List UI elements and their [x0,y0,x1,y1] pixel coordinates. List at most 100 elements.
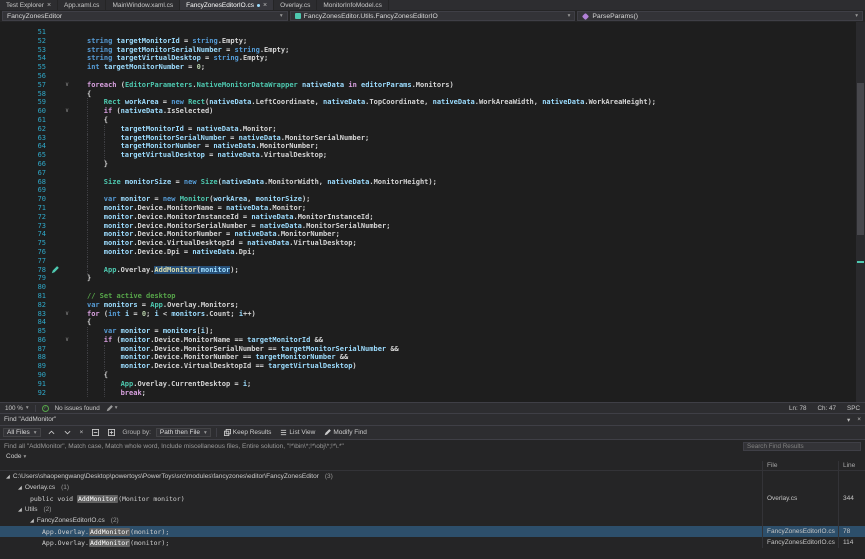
modify-find-button[interactable]: Modify Find [322,429,369,436]
fold-chevron-icon[interactable]: ∨ [61,310,73,319]
code-line[interactable]: 78App.Overlay.AddMonitor(monitor); [0,266,865,275]
code-line[interactable]: 86∨if (monitor.Device.MonitorName == tar… [0,336,865,345]
code-line[interactable]: 83∨for (int i = 0; i < monitors.Count; i… [0,310,865,319]
fold-chevron-icon[interactable]: ∨ [61,336,73,345]
code-line[interactable]: 64targetMonitorNumber = nativeData.Monit… [0,142,865,151]
code-line[interactable]: 77 [0,257,865,266]
code-line[interactable]: 72monitor.Device.MonitorInstanceId = nat… [0,213,865,222]
code-line[interactable]: 76monitor.Device.Dpi = nativeData.Dpi; [0,248,865,257]
window-position-icon[interactable]: ▾ [847,416,850,424]
code-line[interactable]: 79} [0,274,865,283]
line-column-header[interactable]: Line [838,461,865,470]
code-line[interactable]: 61{ [0,116,865,125]
code-line[interactable]: 82var monitors = App.Overlay.Monitors; [0,301,865,310]
code-token: nativeData [433,98,475,106]
collapse-all-button[interactable] [90,429,101,436]
find-result-row[interactable]: public void AddMonitor(Monitor monitor)O… [0,493,865,504]
tab-test-explorer[interactable]: Test Explorer× [0,0,58,10]
code-line[interactable]: 71monitor.Device.MonitorName = nativeDat… [0,204,865,213]
find-result-group-row[interactable]: ◢Overlay.cs(1) [0,482,865,493]
code-line[interactable]: 65targetVirtualDesktop = nativeData.Virt… [0,151,865,160]
file-column-header[interactable]: File [762,461,838,470]
health-check-icon[interactable]: ✓ [42,405,49,412]
code-line[interactable]: 67 [0,169,865,178]
code-token: monitorSize [256,195,302,203]
editor-vertical-scrollbar[interactable] [856,22,865,402]
code-line[interactable]: 51 [0,28,865,37]
code-line[interactable]: 69 [0,186,865,195]
code-line[interactable]: 59Rect workArea = new Rect(nativeData.Le… [0,98,865,107]
tab-fancyzoneseditorio-cs[interactable]: FancyZonesEditorIO.cs× [180,0,274,10]
code-line[interactable]: 66} [0,160,865,169]
clear-results-button[interactable]: × [78,429,86,436]
code-token: .MonitorWidth, [264,178,327,186]
code-line[interactable]: 58{ [0,90,865,99]
find-result-group-row[interactable]: ◢C:\Users\shaopengwang\Desktop\powertoys… [0,471,865,482]
expand-triangle-icon[interactable]: ◢ [18,507,22,513]
code-line[interactable]: 57∨foreach (EditorParameters.NativeMonit… [0,81,865,90]
expand-triangle-icon[interactable]: ◢ [18,485,22,491]
code-editor[interactable]: 5152string targetMonitorId = string.Empt… [0,22,865,402]
space-mode-indicator[interactable]: SPC [847,405,860,412]
member-dropdown[interactable]: ParseParams() ▾ [577,11,863,21]
list-view-button[interactable]: List View [278,429,317,436]
code-line[interactable]: 74monitor.Device.MonitorNumber = nativeD… [0,230,865,239]
tab-close-icon[interactable]: × [263,2,267,9]
expand-triangle-icon[interactable]: ◢ [6,474,10,480]
code-line[interactable]: 84{ [0,318,865,327]
project-dropdown[interactable]: FancyZonesEditor ▾ [2,11,288,21]
code-line[interactable]: 80 [0,283,865,292]
code-line[interactable]: 62targetMonitorId = nativeData.Monitor; [0,125,865,134]
code-text: monitor.Device.MonitorSerialNumber = nat… [73,222,390,231]
scrollbar-thumb[interactable] [857,83,864,235]
next-result-button[interactable] [62,429,73,436]
tab-overlay-cs[interactable]: Overlay.cs [274,0,317,10]
code-line[interactable]: 87monitor.Device.MonitorSerialNumber == … [0,345,865,354]
code-line[interactable]: 91App.Overlay.CurrentDesktop = i; [0,380,865,389]
code-line[interactable]: 88monitor.Device.MonitorNumber == target… [0,353,865,362]
close-icon[interactable]: × [857,416,861,423]
code-line[interactable]: 60∨if (nativeData.IsSelected) [0,107,865,116]
group-by-dropdown[interactable]: Path then File ▾ [156,428,211,437]
code-line[interactable]: 68Size monitorSize = new Size(nativeData… [0,178,865,187]
fold-chevron-icon[interactable]: ∨ [61,81,73,90]
code-line[interactable]: 75monitor.Device.VirtualDesktopId = nati… [0,239,865,248]
code-filter-dropdown[interactable]: Code ▾ [4,453,28,460]
code-line[interactable]: 92break; [0,389,865,398]
code-line[interactable]: 52string targetMonitorId = string.Empty; [0,37,865,46]
code-line[interactable]: 89monitor.Device.VirtualDesktopId == tar… [0,362,865,371]
code-line[interactable]: 90{ [0,371,865,380]
code-line[interactable]: 63targetMonitorSerialNumber = nativeData… [0,134,865,143]
code-line[interactable]: 81// Set active desktop [0,292,865,301]
result-column-header[interactable] [0,461,762,470]
tab-mainwindow-xaml-cs[interactable]: MainWindow.xaml.cs [106,0,180,10]
find-result-row[interactable]: App.Overlay.AddMonitor(monitor);FancyZon… [0,537,865,548]
find-result-group-row[interactable]: ◢FancyZonesEditorIO.cs(2) [0,515,865,526]
expand-all-button[interactable] [106,429,117,436]
code-line[interactable]: 85var monitor = monitors[i]; [0,327,865,336]
tab-app-xaml-cs[interactable]: App.xaml.cs [58,0,106,10]
find-result-group-row[interactable]: ◢Utils(2) [0,504,865,515]
code-cleanup-icon[interactable]: ▾ [106,405,118,412]
code-line[interactable]: 53string targetMonitorSerialNumber = str… [0,46,865,55]
code-token: Size [201,178,218,186]
code-line[interactable]: 73monitor.Device.MonitorSerialNumber = n… [0,222,865,231]
tab-monitorinfomodel-cs[interactable]: MonitorInfoModel.cs [317,0,389,10]
find-result-row[interactable]: App.Overlay.AddMonitor(monitor);FancyZon… [0,526,865,537]
scope-dropdown[interactable]: All Files ▾ [3,428,41,437]
column-indicator[interactable]: Ch: 47 [817,405,836,412]
expand-triangle-icon[interactable]: ◢ [30,518,34,524]
code-line[interactable]: 56 [0,72,865,81]
zoom-control[interactable]: 100 % ▾ [5,405,29,412]
search-find-results-input[interactable] [743,442,861,451]
code-line[interactable]: 70var monitor = new Monitor(workArea, mo… [0,195,865,204]
type-dropdown[interactable]: FancyZonesEditor.Utils.FancyZonesEditorI… [290,11,576,21]
code-line[interactable]: 55int targetMonitorNumber = 0; [0,63,865,72]
line-indicator[interactable]: Ln: 78 [789,405,807,412]
tab-close-icon[interactable]: × [47,2,51,9]
fold-chevron-icon[interactable]: ∨ [61,107,73,116]
code-line[interactable]: 54string targetVirtualDesktop = string.E… [0,54,865,63]
keep-results-button[interactable]: Keep Results [222,429,274,436]
code-token: < [159,310,172,318]
previous-result-button[interactable] [46,429,57,436]
